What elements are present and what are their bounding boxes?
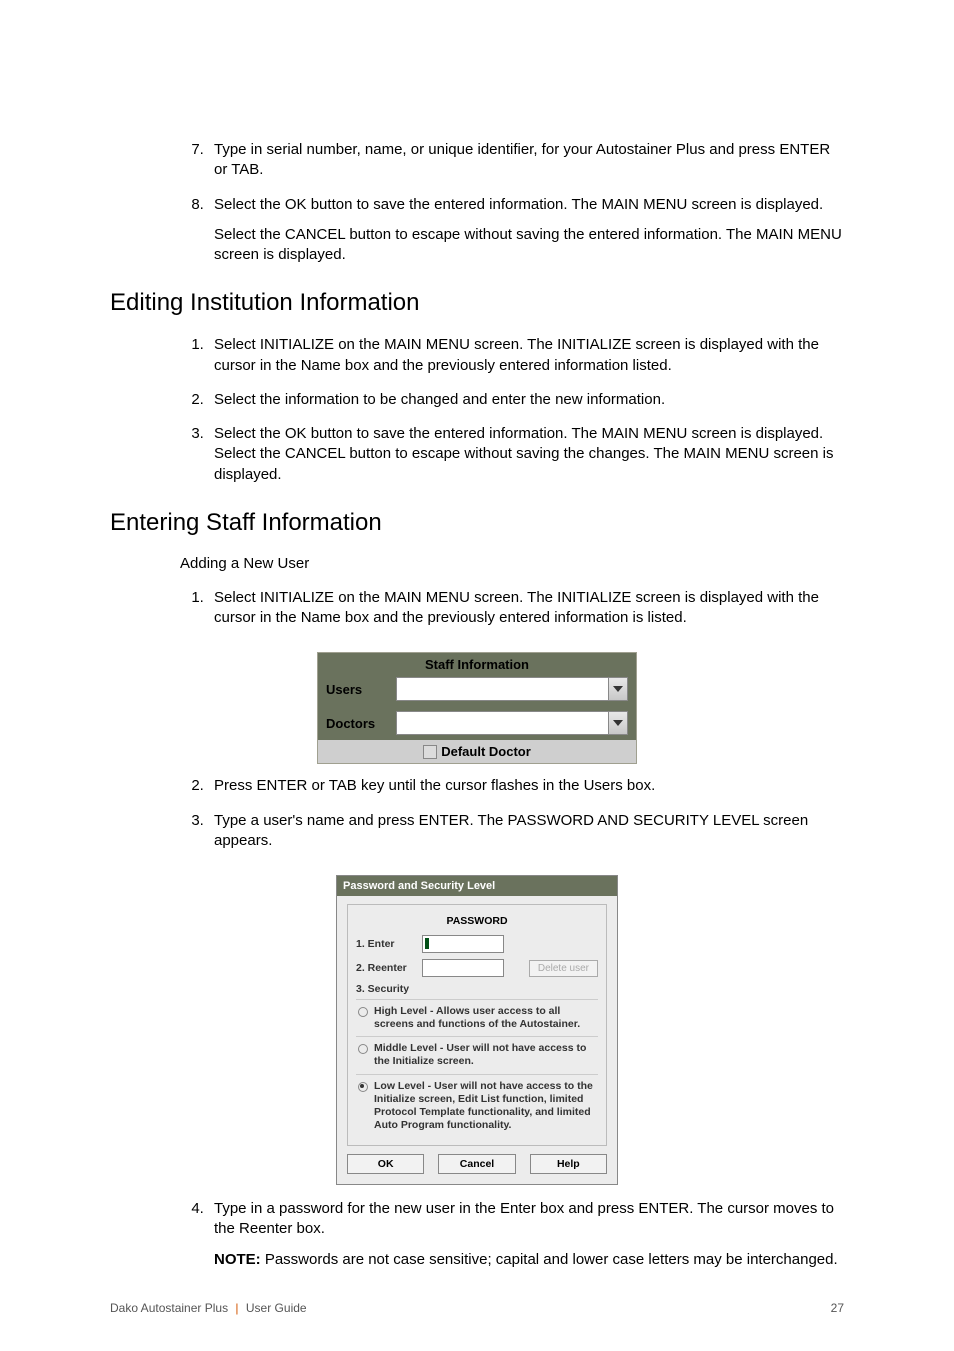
dialog-titlebar: Password and Security Level (337, 876, 617, 896)
step-8: Select the OK button to save the entered… (208, 195, 844, 266)
editing-step-2: Select the information to be changed and… (208, 390, 844, 410)
text-cursor (425, 938, 429, 949)
entering-step-3: Type a user's name and press ENTER. The … (208, 811, 844, 852)
dialog-buttons: OK Cancel Help (347, 1154, 607, 1174)
page-footer: Dako Autostainer Plus | User Guide 27 (110, 1301, 844, 1315)
cancel-button[interactable]: Cancel (438, 1154, 515, 1174)
doctors-dropdown[interactable] (396, 711, 628, 735)
editing-step-3-text: Select the OK button to save the entered… (214, 425, 833, 483)
reenter-row: 2. Reenter Delete user (356, 959, 598, 977)
default-doctor-label: Default Doctor (441, 744, 531, 759)
entering-step-4-text: Type in a password for the new user in t… (214, 1200, 834, 1237)
step-7-text: Type in serial number, name, or unique i… (214, 141, 830, 178)
reenter-label: 2. Reenter (356, 962, 416, 974)
entering-step-3-text: Type a user's name and press ENTER. The … (214, 812, 808, 849)
users-dropdown[interactable] (396, 677, 628, 701)
password-security-dialog: Password and Security Level PASSWORD 1. … (336, 875, 618, 1185)
footer-left: Dako Autostainer Plus | User Guide (110, 1301, 307, 1315)
note-text: Passwords are not case sensitive; capita… (261, 1251, 838, 1268)
editing-step-1-text: Select INITIALIZE on the MAIN MENU scree… (214, 336, 819, 373)
list-7-8: Type in serial number, name, or unique i… (110, 140, 844, 265)
editing-list: Select INITIALIZE on the MAIN MENU scree… (110, 335, 844, 485)
ok-button[interactable]: OK (347, 1154, 424, 1174)
editing-step-3: Select the OK button to save the entered… (208, 424, 844, 485)
delete-user-button[interactable]: Delete user (529, 960, 598, 977)
step-8-text: Select the OK button to save the entered… (214, 196, 823, 213)
entering-step-2: Press ENTER or TAB key until the cursor … (208, 776, 844, 796)
heading-entering: Entering Staff Information (110, 509, 844, 537)
enter-input[interactable] (422, 935, 504, 953)
entering-list-2: Press ENTER or TAB key until the cursor … (110, 776, 844, 851)
footer-product: Dako Autostainer Plus (110, 1301, 228, 1315)
heading-editing: Editing Institution Information (110, 289, 844, 317)
subheading-adding-user: Adding a New User (180, 555, 844, 572)
chevron-down-icon[interactable] (608, 678, 627, 700)
security-middle-text: Middle Level - User will not have access… (374, 1042, 596, 1068)
staff-info-title: Staff Information (318, 653, 636, 672)
default-doctor-checkbox[interactable] (423, 745, 437, 759)
help-button[interactable]: Help (530, 1154, 607, 1174)
note-label: NOTE: (214, 1251, 261, 1268)
editing-step-2-text: Select the information to be changed and… (214, 391, 665, 408)
radio-icon (358, 1007, 368, 1017)
entering-step-2-text: Press ENTER or TAB key until the cursor … (214, 777, 655, 794)
entering-step-1: Select INITIALIZE on the MAIN MENU scree… (208, 588, 844, 629)
doctors-row: Doctors (318, 706, 636, 740)
enter-row: 1. Enter (356, 935, 598, 953)
footer-page-number: 27 (831, 1301, 844, 1315)
editing-step-1: Select INITIALIZE on the MAIN MENU scree… (208, 335, 844, 376)
entering-list-1: Select INITIALIZE on the MAIN MENU scree… (110, 588, 844, 629)
enter-label: 1. Enter (356, 938, 416, 950)
security-high-text: High Level - Allows user access to all s… (374, 1005, 596, 1031)
radio-icon (358, 1044, 368, 1054)
security-low-option[interactable]: Low Level - User will not have access to… (356, 1074, 598, 1138)
entering-step-4: Type in a password for the new user in t… (208, 1199, 844, 1270)
password-heading: PASSWORD (356, 915, 598, 927)
entering-step-1-text: Select INITIALIZE on the MAIN MENU scree… (214, 589, 819, 626)
step-8-extra: Select the CANCEL button to escape witho… (214, 225, 844, 266)
users-row: Users (318, 672, 636, 706)
entering-step-4-note: NOTE: Passwords are not case sensitive; … (214, 1250, 844, 1270)
users-label: Users (326, 682, 396, 697)
security-middle-option[interactable]: Middle Level - User will not have access… (356, 1036, 598, 1073)
footer-divider: | (235, 1301, 238, 1315)
chevron-down-icon[interactable] (608, 712, 627, 734)
reenter-input[interactable] (422, 959, 504, 977)
doctors-label: Doctors (326, 716, 396, 731)
security-label: 3. Security (356, 983, 598, 995)
security-low-text: Low Level - User will not have access to… (374, 1080, 596, 1133)
security-high-option[interactable]: High Level - Allows user access to all s… (356, 999, 598, 1036)
default-doctor-row: Default Doctor (318, 740, 636, 763)
radio-icon (358, 1082, 368, 1092)
footer-guide: User Guide (246, 1301, 307, 1315)
staff-information-panel: Staff Information Users Doctors Default … (317, 652, 637, 764)
entering-list-4: Type in a password for the new user in t… (110, 1199, 844, 1270)
step-7: Type in serial number, name, or unique i… (208, 140, 844, 181)
